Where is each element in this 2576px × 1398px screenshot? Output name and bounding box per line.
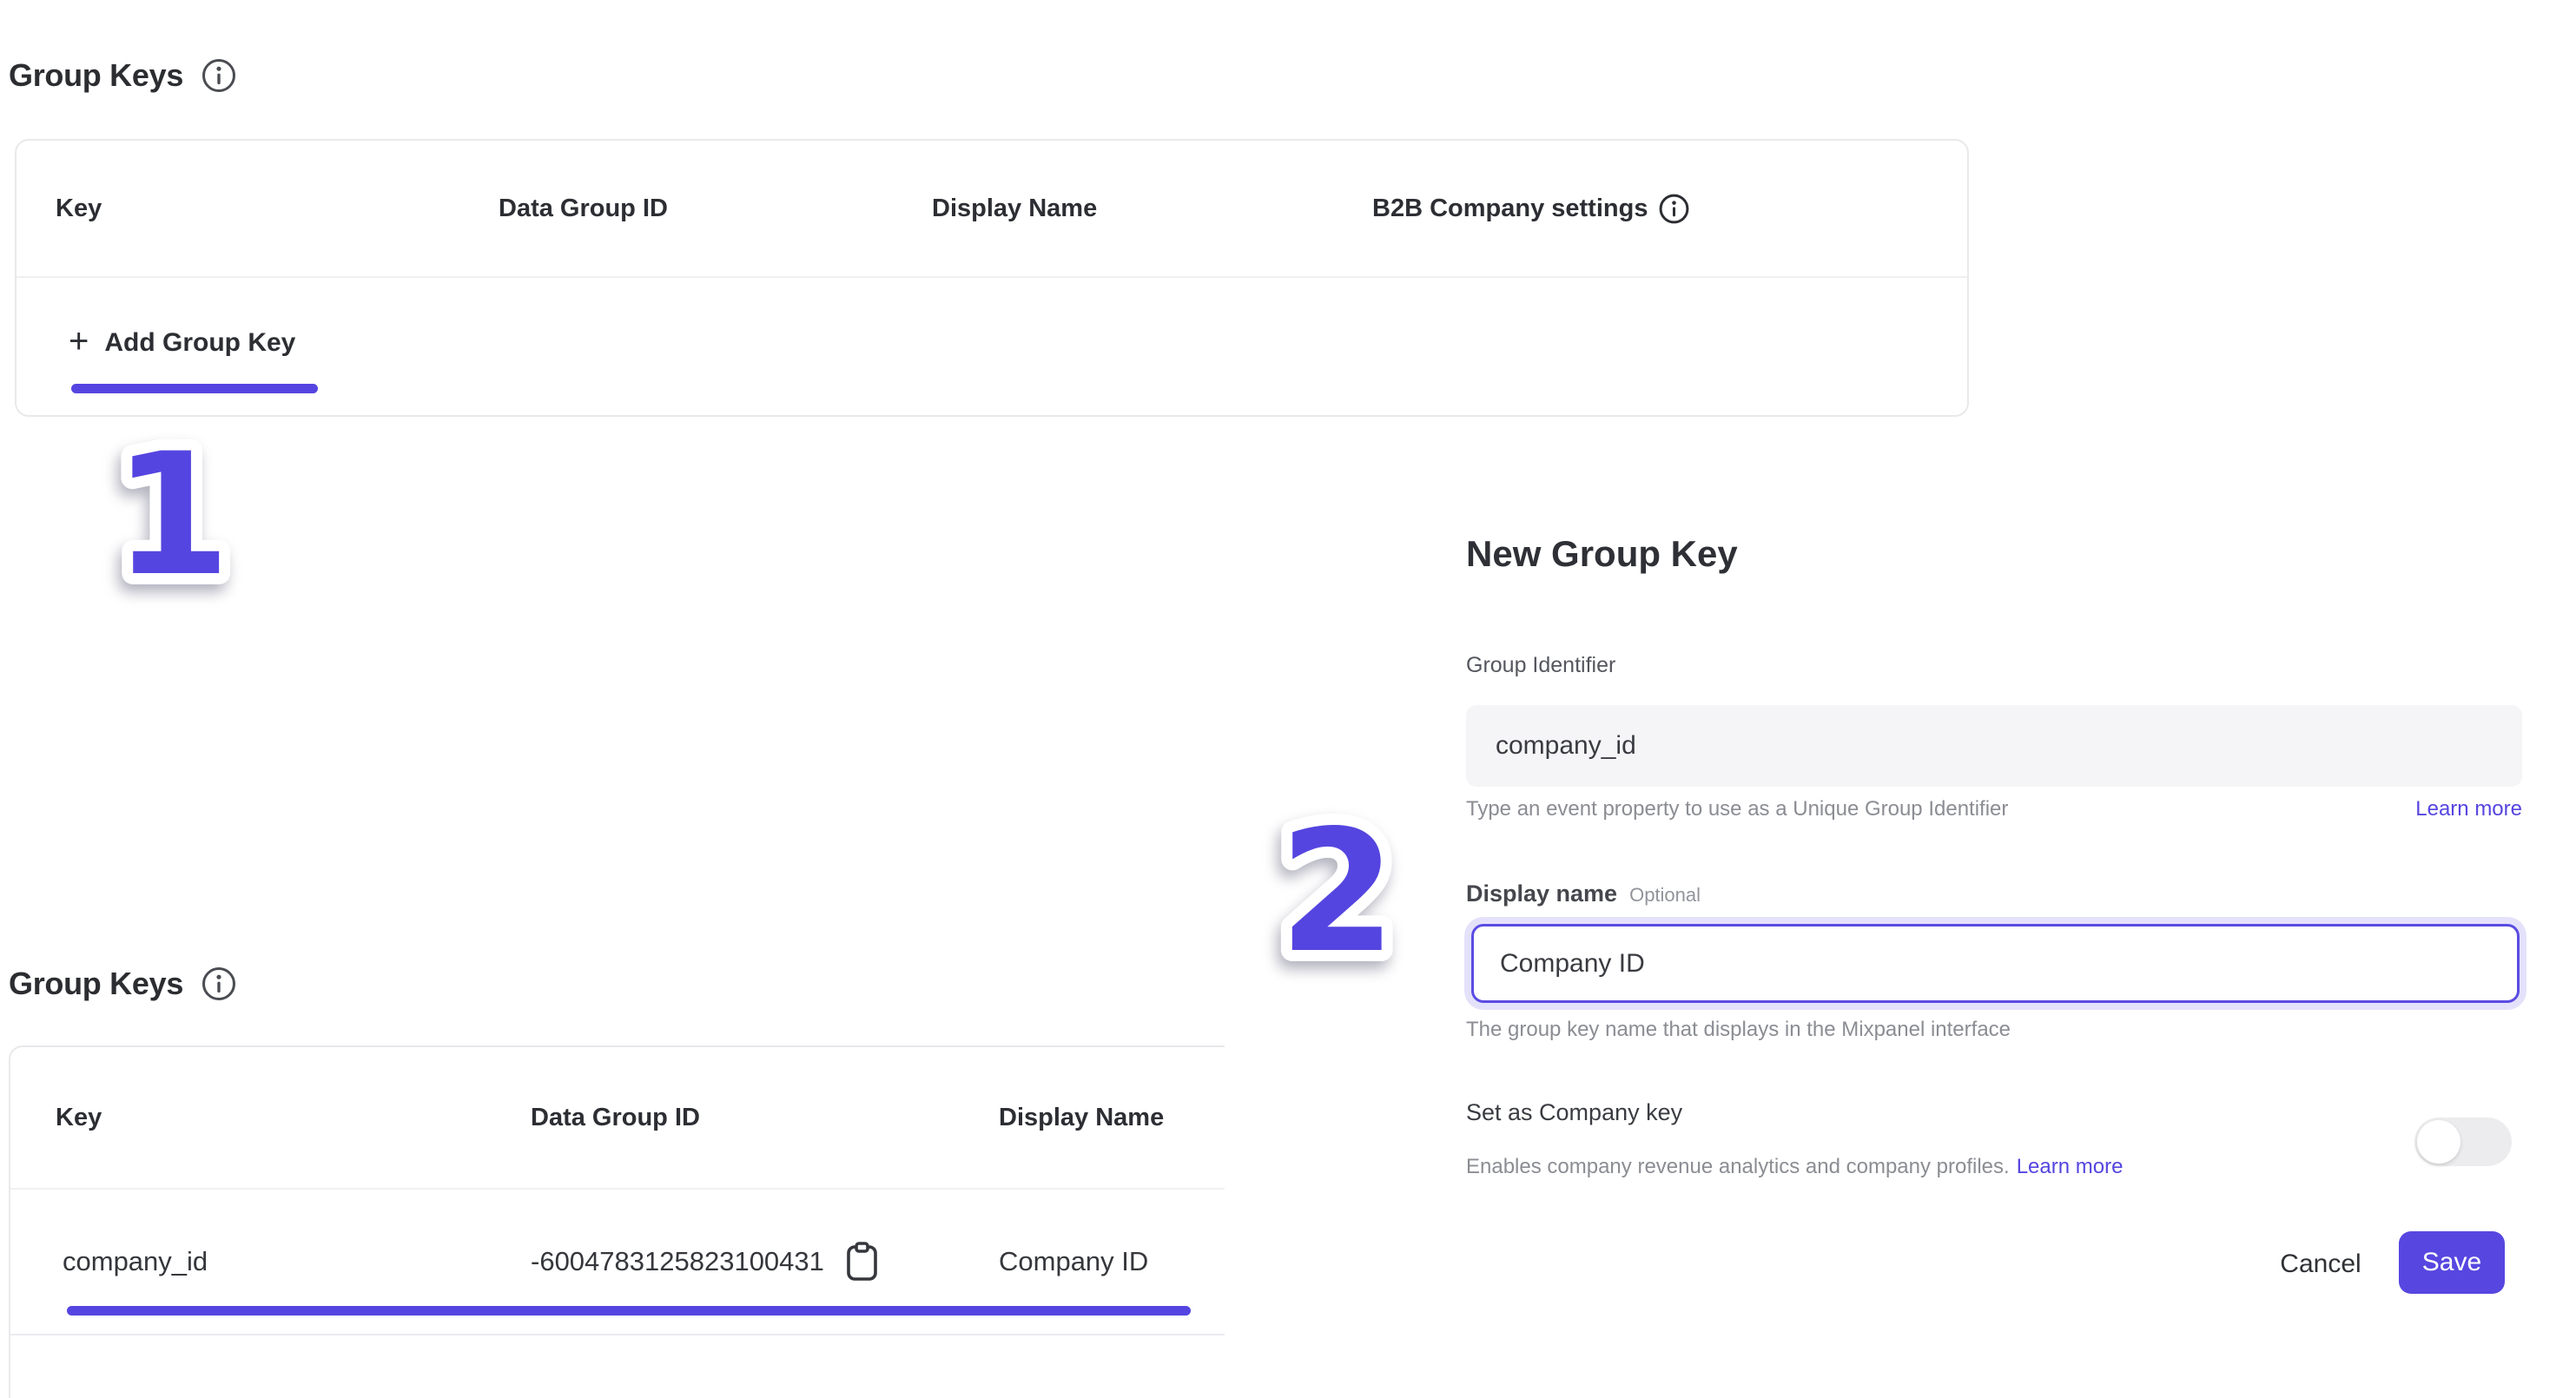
display-name-label: Display name	[1466, 880, 1617, 907]
group-keys-heading-bottom: Group Keys	[9, 966, 237, 1002]
group-identifier-label: Group Identifier	[1466, 653, 1615, 678]
group-keys-table: Key Data Group ID Display Name B2B Compa…	[15, 139, 1969, 417]
table-header-row: Key Data Group ID Display Name B2B Compa…	[17, 141, 1967, 278]
display-name-input[interactable]	[1471, 924, 2520, 1003]
step-1-badge: 1	[68, 407, 276, 616]
group-keys-table-populated: Key Data Group ID Display Name company_i…	[9, 1045, 1225, 1398]
column-header-display-name: Display Name	[999, 1047, 1164, 1188]
copy-button[interactable]	[843, 1241, 880, 1283]
learn-more-link[interactable]: Learn more	[2415, 797, 2522, 821]
column-header-key: Key	[56, 141, 102, 276]
step-2-badge: 2	[1233, 784, 1442, 992]
group-keys-heading-top: Group Keys	[9, 57, 237, 94]
table-header-row: Key Data Group ID Display Name	[10, 1047, 1225, 1190]
company-key-learn-more-link[interactable]: Learn more	[2017, 1155, 2124, 1178]
column-header-b2b-company-settings: B2B Company settings	[1372, 141, 1690, 276]
column-header-data-group-id: Data Group ID	[499, 141, 668, 276]
group-keys-title: Group Keys	[9, 57, 183, 94]
company-key-helper-row: Enables company revenue analytics and co…	[1466, 1155, 2123, 1179]
new-group-key-title: New Group Key	[1466, 533, 1738, 575]
display-name-helper: The group key name that displays in the …	[1466, 1018, 2011, 1042]
display-name-label-row: Display name Optional	[1466, 880, 1701, 907]
toggle-knob	[2417, 1120, 2460, 1164]
row-highlight-underline	[67, 1306, 1191, 1316]
group-identifier-helper: Type an event property to use as a Uniqu…	[1466, 797, 2008, 821]
company-key-helper: Enables company revenue analytics and co…	[1466, 1155, 2010, 1178]
save-button[interactable]: Save	[2399, 1231, 2505, 1294]
company-key-toggle[interactable]	[2414, 1118, 2512, 1166]
column-header-key: Key	[56, 1047, 102, 1188]
info-icon[interactable]	[201, 57, 237, 94]
group-keys-title: Group Keys	[9, 966, 183, 1002]
add-highlight-underline	[71, 384, 318, 393]
column-header-display-name: Display Name	[932, 141, 1097, 276]
info-icon[interactable]	[1658, 193, 1690, 225]
info-icon[interactable]	[201, 966, 237, 1002]
svg-text:1: 1	[114, 417, 231, 613]
group-identifier-input[interactable]	[1466, 705, 2522, 787]
display-name-helper-row: The group key name that displays in the …	[1466, 1018, 2522, 1042]
copy-icon	[843, 1272, 880, 1285]
add-group-key-label: Add Group Key	[104, 328, 295, 358]
plus-icon: +	[69, 324, 89, 359]
page: Group Keys Key Data Group ID Display Nam…	[0, 0, 2576, 1398]
cancel-button[interactable]: Cancel	[2260, 1243, 2381, 1285]
optional-badge: Optional	[1629, 884, 1701, 907]
column-header-data-group-id: Data Group ID	[531, 1047, 700, 1188]
svg-text:2: 2	[1279, 794, 1397, 990]
company-key-label: Set as Company key	[1466, 1099, 1682, 1126]
group-identifier-helper-row: Type an event property to use as a Uniqu…	[1466, 797, 2522, 821]
